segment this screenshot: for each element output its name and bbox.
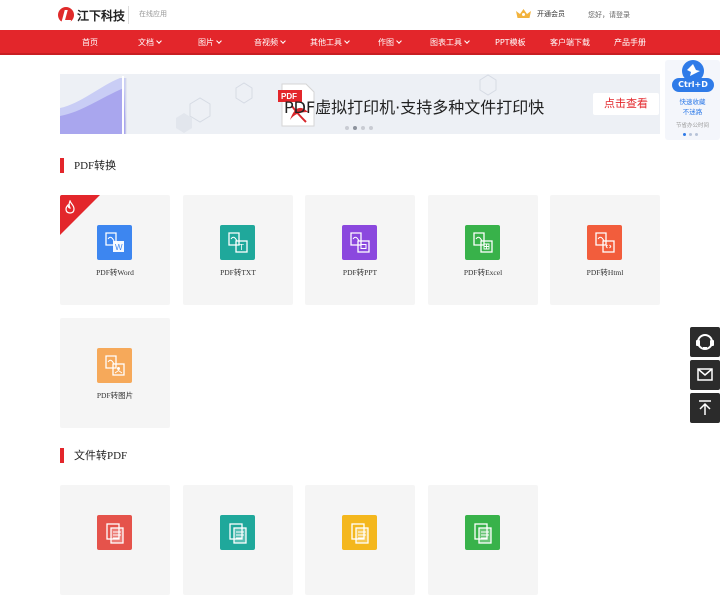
bookmark-dots <box>683 133 698 136</box>
nav-item-label: 客户端下载 <box>550 38 590 47</box>
customer-service-icon <box>696 334 714 350</box>
image-to-pdf-icon <box>220 515 255 550</box>
txt-doc-icon: T <box>220 225 255 260</box>
vip-label: 开通会员 <box>537 9 565 18</box>
carousel-dot[interactable] <box>345 126 349 130</box>
section-title-file-to-pdf: 文件转PDF <box>60 447 127 463</box>
html-doc-icon <box>587 225 622 260</box>
tool-card[interactable]: W PDF转Word <box>60 195 170 305</box>
banner-carousel[interactable]: PDF PDF虚拟打印机·支持多种文件打印快 点击查看 <box>60 74 660 134</box>
chevron-down-icon <box>280 38 286 44</box>
nav-item[interactable]: 客户端下载 <box>550 30 590 55</box>
tool-card[interactable] <box>60 485 170 595</box>
excel-doc-icon <box>465 225 500 260</box>
tool-label: PDF转TXT <box>220 268 256 277</box>
nav-item-label: 图片 <box>198 38 214 47</box>
nav-item[interactable]: 图表工具 <box>430 30 470 55</box>
tool-label: PDF转图片 <box>96 391 134 400</box>
tool-label: PDF转Html <box>586 268 624 277</box>
nav-item[interactable]: 作图 <box>378 30 402 55</box>
image-doc-icon <box>97 348 132 383</box>
tool-label: PDF转Excel <box>463 268 503 277</box>
nav-item[interactable]: 其他工具 <box>310 30 350 55</box>
bookmark-line-3: 节省办公时间 <box>675 123 709 129</box>
tool-label: PDF转Word <box>96 268 134 277</box>
nav-item[interactable]: 音视频 <box>254 30 286 55</box>
section-accent-bar <box>60 157 64 173</box>
nav-item-label: 作图 <box>378 38 394 47</box>
nav-item-label: 首页 <box>82 38 98 47</box>
carousel-dot-active[interactable] <box>353 126 357 130</box>
banner-title: PDF虚拟打印机·支持多种文件打印快 <box>284 98 545 117</box>
nav-item[interactable]: 产品手册 <box>614 30 646 55</box>
back-to-top-button[interactable] <box>690 393 720 423</box>
carousel-dot[interactable] <box>361 126 365 130</box>
tool-card[interactable]: T PDF转TXT <box>183 195 293 305</box>
carousel-dot[interactable] <box>369 126 373 130</box>
top-bar: 江下科技 在线应用 开通会员 您好，请登录 <box>0 0 720 30</box>
vip-button[interactable]: 开通会员 <box>515 8 565 19</box>
chevron-down-icon <box>396 38 402 44</box>
chevron-down-icon <box>216 38 222 44</box>
nav-item[interactable]: 图片 <box>198 30 222 55</box>
site-logo[interactable]: 江下科技 <box>58 6 125 24</box>
bookmark-line-1: 快速收藏 <box>679 98 706 106</box>
logo-icon <box>58 7 74 23</box>
nav-item-label: 产品手册 <box>614 38 646 47</box>
mail-icon <box>697 368 713 381</box>
section-heading: PDF转换 <box>74 160 117 172</box>
flame-icon <box>64 199 76 218</box>
carousel-dots <box>345 126 373 130</box>
svg-text:W: W <box>115 243 123 252</box>
nav-item-label: 图表工具 <box>430 38 462 47</box>
excel-to-pdf-icon <box>465 515 500 550</box>
online-apps-label: 在线应用 <box>139 10 167 18</box>
tool-card[interactable]: PDF转Html <box>550 195 660 305</box>
bookmark-line-2: 不迷路 <box>682 108 703 116</box>
logo-text: 江下科技 <box>77 8 126 23</box>
nav-item-label: 音视频 <box>254 38 278 47</box>
ppt-to-pdf-icon <box>342 515 377 550</box>
chevron-down-icon <box>156 38 162 44</box>
word-doc-icon: W <box>97 225 132 260</box>
tool-card[interactable] <box>428 485 538 595</box>
bookmark-card[interactable]: Ctrl+D 快速收藏 不迷路 节省办公时间 <box>665 60 720 140</box>
tool-card[interactable]: PDF转图片 <box>60 318 170 428</box>
section-heading: 文件转PDF <box>74 450 128 462</box>
nav-item[interactable]: PPT模板 <box>495 30 526 55</box>
section-accent-bar <box>60 447 64 463</box>
nav-item-label: PPT模板 <box>495 38 526 47</box>
nav-item-label: 其他工具 <box>310 38 342 47</box>
login-link[interactable]: 您好，请登录 <box>588 10 630 20</box>
chevron-down-icon <box>344 38 350 44</box>
mail-button[interactable] <box>690 360 720 390</box>
tool-card[interactable] <box>183 485 293 595</box>
tool-card[interactable]: PDF转PPT <box>305 195 415 305</box>
back-to-top-icon <box>699 400 711 415</box>
tool-card[interactable]: PDF转Excel <box>428 195 538 305</box>
main-nav: 首页 文档 图片 音视频 其他工具 作图 图表工具 PPT模板 客户端下载 产品手册 <box>0 30 720 55</box>
nav-item[interactable]: 首页 <box>82 30 98 55</box>
banner-cta-button[interactable]: 点击查看 <box>593 93 659 115</box>
shortcut-badge: Ctrl+D <box>672 78 714 92</box>
divider <box>128 6 129 24</box>
ppt-doc-icon <box>342 225 377 260</box>
word-to-pdf-icon <box>97 515 132 550</box>
tool-label: PDF转PPT <box>342 268 378 277</box>
nav-item-label: 文档 <box>138 38 154 47</box>
nav-item[interactable]: 文档 <box>138 30 162 55</box>
chevron-down-icon <box>464 38 470 44</box>
customer-service-button[interactable] <box>690 327 720 357</box>
section-title-pdf-convert: PDF转换 <box>60 157 116 173</box>
tool-card[interactable] <box>305 485 415 595</box>
crown-icon <box>515 8 532 19</box>
svg-text:T: T <box>239 243 244 252</box>
